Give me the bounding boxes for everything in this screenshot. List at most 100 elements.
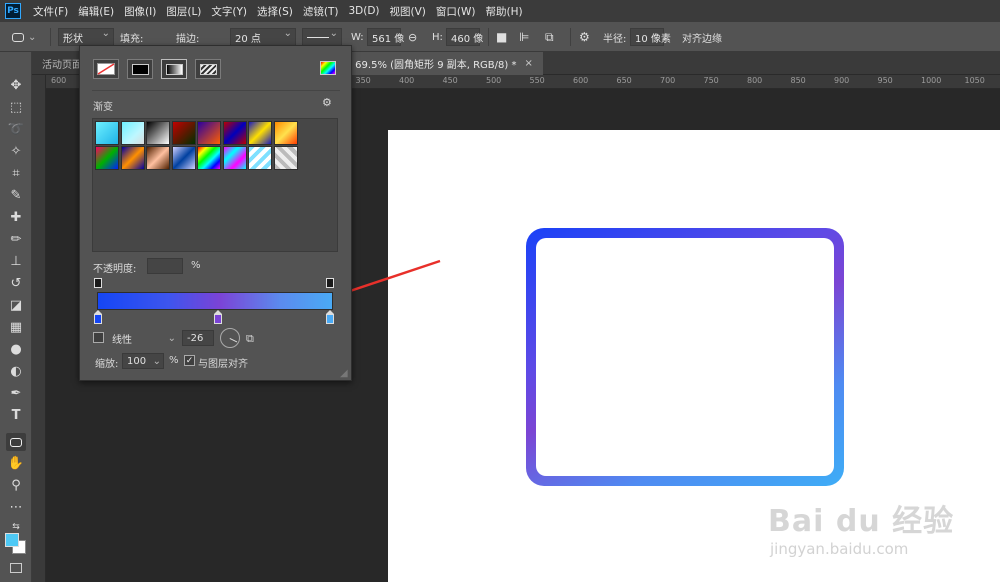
gradient-preset-swatch[interactable] [171, 146, 196, 170]
gradient-preset-swatch[interactable] [120, 121, 145, 145]
gradient-preset-swatch[interactable] [171, 121, 196, 145]
gear-icon[interactable]: ⚙ [322, 96, 332, 109]
stroke-size-field[interactable]: 20 点 [230, 28, 296, 46]
marquee-tool-icon[interactable]: ⬚ [6, 98, 26, 116]
menu-view[interactable]: 视图(V) [390, 4, 426, 19]
no-fill-button[interactable] [93, 59, 119, 79]
alignment-options-icon[interactable]: ⧉ [246, 332, 254, 346]
tab-active-document[interactable]: @ 69.5% (圆角矩形 9 副本, RGB/8) * × [332, 52, 543, 75]
path-arrangement-icon[interactable]: ⧉ [545, 29, 554, 45]
gear-icon[interactable]: ⚙ [579, 29, 590, 45]
gradient-tool-icon[interactable]: ▦ [6, 318, 26, 336]
zoom-tool-icon[interactable]: ⚲ [6, 476, 26, 494]
color-stop-left[interactable] [94, 310, 102, 324]
stroke-label: 描边: [176, 33, 200, 45]
tool-preset-picker[interactable]: ⌄ [12, 29, 36, 45]
clone-stamp-tool-icon[interactable]: ⊥ [6, 252, 26, 270]
radius-label: 半径: [603, 33, 627, 45]
foreground-color-swatch[interactable] [5, 533, 19, 547]
menu-select[interactable]: 选择(S) [257, 4, 293, 19]
gradient-preset-swatch[interactable] [95, 146, 119, 170]
rounded-rect-icon [12, 32, 24, 42]
menu-image[interactable]: 图像(I) [124, 4, 156, 19]
gradient-preset-swatch[interactable] [248, 121, 272, 145]
brush-tool-icon[interactable]: ✏ [6, 230, 26, 248]
ruler-tick-label: 750 [703, 76, 719, 85]
width-field[interactable]: 561 像 [367, 28, 404, 46]
blur-tool-icon[interactable]: ● [6, 340, 26, 358]
gradient-preset-swatch[interactable] [197, 121, 221, 145]
menu-type[interactable]: 文字(Y) [211, 4, 247, 19]
ruler-tick-label: 700 [660, 76, 676, 85]
radius-field[interactable]: 10 像素 [630, 28, 671, 46]
angle-field[interactable]: -26 [182, 330, 214, 346]
align-with-layer-checkbox[interactable]: ✓ [184, 355, 195, 366]
menu-window[interactable]: 窗口(W) [436, 4, 476, 19]
scale-unit: % [169, 355, 179, 366]
gradient-preset-swatch[interactable] [273, 121, 298, 145]
lasso-tool-icon[interactable]: ➰ [6, 120, 26, 138]
height-field[interactable]: 460 像 [446, 28, 483, 46]
gradient-fill-button[interactable] [161, 59, 187, 79]
gradient-preset-swatch[interactable] [248, 146, 272, 170]
reverse-icon[interactable] [93, 332, 104, 343]
opacity-stop-right[interactable] [326, 278, 334, 288]
ruler-tick-label: 900 [834, 76, 850, 85]
ruler-tick-label: 400 [399, 76, 415, 85]
color-picker-icon[interactable] [320, 61, 336, 75]
stroke-type-select[interactable] [302, 28, 342, 46]
dodge-tool-icon[interactable]: ◐ [6, 362, 26, 380]
gradient-preset-swatch[interactable] [222, 121, 247, 145]
gradient-preset-swatch[interactable] [197, 146, 221, 170]
menu-file[interactable]: 文件(F) [33, 4, 68, 19]
more-tools-icon[interactable]: ⋯ [6, 498, 26, 516]
menu-3d[interactable]: 3D(D) [348, 5, 379, 17]
color-stop-middle[interactable] [214, 310, 222, 324]
gradient-preset-swatch[interactable] [146, 146, 170, 170]
gradient-preset-swatch[interactable] [95, 121, 119, 145]
gradient-fill-panel: 渐变 ⚙ 不透明度: % 线性 ⌄ -26 ⧉ 缩放: 100 ⌄ % ✓ 与图… [79, 45, 352, 381]
type-tool-icon[interactable]: T [6, 406, 26, 424]
move-tool-icon[interactable]: ✥ [6, 76, 26, 94]
solid-fill-button[interactable] [127, 59, 153, 79]
rounded-rectangle-tool-icon[interactable] [6, 433, 26, 451]
resize-handle-icon[interactable]: ◢ [340, 368, 348, 379]
menu-edit[interactable]: 编辑(E) [78, 4, 114, 19]
eraser-tool-icon[interactable]: ◪ [6, 296, 26, 314]
opacity-stop-left[interactable] [94, 278, 102, 288]
gradient-preset-swatch[interactable] [273, 146, 298, 170]
path-operations-icon[interactable]: ■ [496, 29, 507, 45]
menu-layer[interactable]: 图层(L) [166, 4, 201, 19]
scale-field[interactable]: 100 ⌄ [122, 353, 164, 369]
quick-mask-icon[interactable] [10, 563, 22, 573]
rounded-rectangle-shape[interactable] [526, 228, 844, 486]
ruler-tick-label: 1000 [921, 76, 942, 85]
close-icon[interactable]: × [524, 58, 532, 69]
menu-filter[interactable]: 滤镜(T) [303, 4, 339, 19]
color-stop-right[interactable] [326, 310, 334, 324]
pen-tool-icon[interactable]: ✒ [6, 384, 26, 402]
tool-mode-select[interactable]: 形状 [58, 28, 114, 46]
angle-dial-icon[interactable] [220, 328, 240, 348]
gradient-preset-swatch[interactable] [146, 121, 170, 145]
gradient-bar[interactable] [97, 292, 333, 310]
eyedropper-tool-icon[interactable]: ✎ [6, 186, 26, 204]
crop-tool-icon[interactable]: ⌗ [6, 164, 26, 182]
menu-help[interactable]: 帮助(H) [486, 4, 523, 19]
gradient-preset-swatch[interactable] [222, 146, 247, 170]
gradient-style-select[interactable]: 线性 ⌄ [108, 330, 178, 346]
opacity-field[interactable] [147, 258, 183, 274]
chevron-down-icon: ⌄ [28, 31, 37, 43]
history-brush-tool-icon[interactable]: ↺ [6, 274, 26, 292]
healing-brush-tool-icon[interactable]: ✚ [6, 208, 26, 226]
chevron-down-icon: ⌄ [167, 332, 176, 344]
line-style-icon [307, 36, 329, 38]
hand-tool-icon[interactable]: ✋ [6, 454, 26, 472]
path-alignment-icon[interactable]: ⊫ [519, 29, 529, 45]
pattern-fill-button[interactable] [195, 59, 221, 79]
link-icon[interactable]: ⊖ [408, 29, 417, 45]
fill-label: 填充: [120, 33, 144, 45]
gradient-preset-swatch[interactable] [120, 146, 145, 170]
magic-wand-tool-icon[interactable]: ✧ [6, 142, 26, 160]
tab-inactive[interactable]: 活动页面 [42, 56, 82, 71]
